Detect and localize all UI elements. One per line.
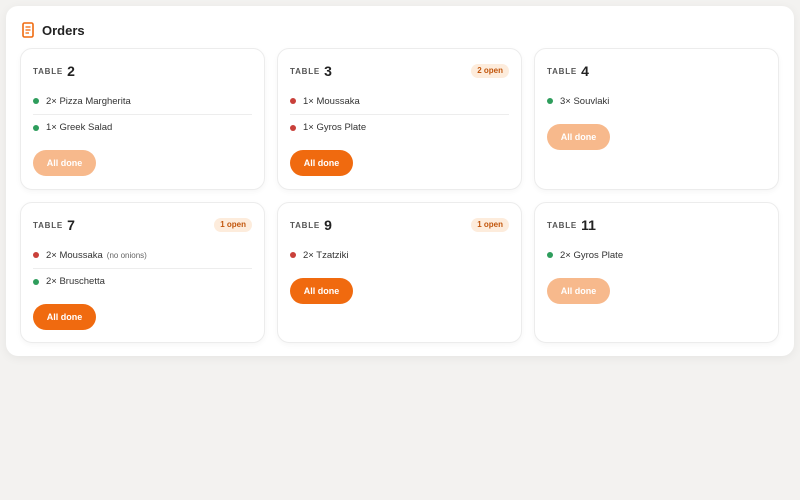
status-dot [290, 98, 296, 104]
order-items-list: 2× Gyros Plate [547, 242, 766, 268]
open-count-badge: 1 open [471, 218, 509, 232]
order-card-table-3: TABLE 3 2 open 1× Moussaka 1× Gyros Plat… [277, 48, 522, 190]
card-header: TABLE 11 [547, 217, 766, 233]
orders-panel: Orders TABLE 2 2× Pizza Margherita 1× Gr… [6, 6, 794, 356]
order-item: 3× Souvlaki [547, 88, 766, 114]
order-items-list: 1× Moussaka 1× Gyros Plate [290, 88, 509, 140]
order-card-table-9: TABLE 9 1 open 2× Tzatziki All done [277, 202, 522, 343]
order-item-text: 3× Souvlaki [560, 95, 610, 107]
order-item: 1× Gyros Plate [290, 114, 509, 140]
order-item-text: 2× Gyros Plate [560, 249, 624, 261]
order-item: 2× Pizza Margherita [33, 88, 252, 114]
order-items-list: 3× Souvlaki [547, 88, 766, 114]
order-card-table-2: TABLE 2 2× Pizza Margherita 1× Greek Sal… [20, 48, 265, 190]
card-header: TABLE 2 [33, 63, 252, 79]
open-count-badge: 2 open [471, 64, 509, 78]
table-number: 4 [581, 63, 589, 79]
table-number: 2 [67, 63, 75, 79]
order-card-table-4: TABLE 4 3× Souvlaki All done [534, 48, 779, 190]
order-item-note: (no onions) [106, 250, 147, 260]
table-label: TABLE [547, 66, 578, 76]
all-done-button[interactable]: All done [547, 278, 610, 304]
order-item: 1× Moussaka [290, 88, 509, 114]
order-card-table-11: TABLE 11 2× Gyros Plate All done [534, 202, 779, 343]
order-item-text: 1× Greek Salad [46, 122, 113, 133]
card-header: TABLE 7 1 open [33, 217, 252, 233]
status-dot [290, 252, 296, 258]
card-header: TABLE 9 1 open [290, 217, 509, 233]
all-done-button[interactable]: All done [290, 150, 353, 176]
order-items-list: 2× Pizza Margherita 1× Greek Salad [33, 88, 252, 140]
order-item-text: 2× Pizza Margherita [46, 95, 131, 107]
order-item-text: 2× Bruschetta [46, 276, 105, 287]
status-dot [33, 252, 39, 258]
order-item-text: 1× Gyros Plate [303, 122, 367, 133]
card-header: TABLE 3 2 open [290, 63, 509, 79]
panel-header: Orders [22, 20, 85, 40]
table-label: TABLE [290, 66, 321, 76]
status-dot [547, 98, 553, 104]
table-label: TABLE [547, 220, 578, 230]
order-item: 2× Bruschetta [33, 268, 252, 294]
table-number: 11 [581, 217, 596, 233]
orders-grid: TABLE 2 2× Pizza Margherita 1× Greek Sal… [20, 48, 779, 343]
status-dot [290, 124, 296, 131]
order-item: 2× Gyros Plate [547, 242, 766, 268]
status-dot [33, 278, 39, 285]
order-item-text: 2× Tzatziki [303, 249, 349, 261]
order-card-table-7: TABLE 7 1 open 2× Moussaka (no onions) 2… [20, 202, 265, 343]
order-items-list: 2× Moussaka (no onions) 2× Bruschetta [33, 242, 252, 294]
status-dot [547, 252, 553, 258]
card-header: TABLE 4 [547, 63, 766, 79]
table-label: TABLE [290, 220, 321, 230]
all-done-button[interactable]: All done [33, 150, 96, 176]
open-count-badge: 1 open [214, 218, 252, 232]
receipt-icon [22, 22, 34, 38]
status-dot [33, 124, 39, 131]
order-item: 2× Tzatziki [290, 242, 509, 268]
table-number: 9 [324, 217, 332, 233]
table-number: 7 [67, 217, 75, 233]
all-done-button[interactable]: All done [290, 278, 353, 304]
all-done-button[interactable]: All done [547, 124, 610, 150]
order-item-text: 2× Moussaka [46, 249, 103, 261]
order-item: 1× Greek Salad [33, 114, 252, 140]
all-done-button[interactable]: All done [33, 304, 96, 330]
page-title: Orders [42, 22, 85, 38]
table-label: TABLE [33, 66, 64, 76]
table-label: TABLE [33, 220, 64, 230]
status-dot [33, 98, 39, 104]
order-item: 2× Moussaka (no onions) [33, 242, 252, 268]
table-number: 3 [324, 63, 332, 79]
order-items-list: 2× Tzatziki [290, 242, 509, 268]
order-item-text: 1× Moussaka [303, 95, 360, 107]
